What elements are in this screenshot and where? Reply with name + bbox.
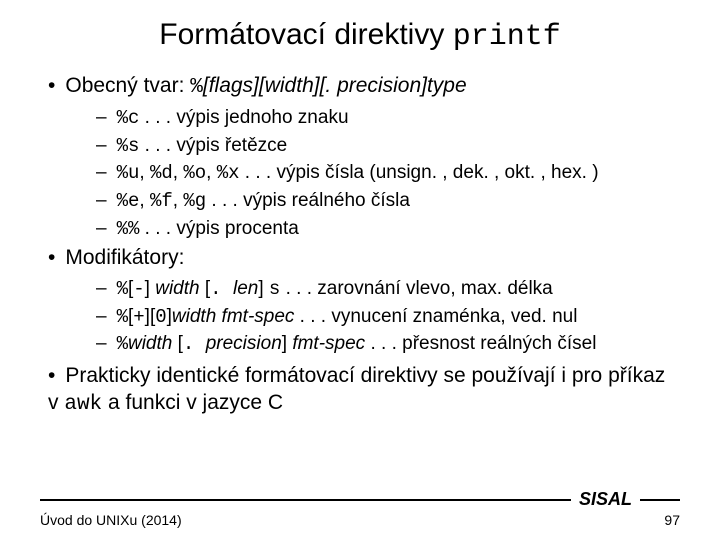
spec-s: –%s . . . výpis řetězce	[96, 133, 680, 160]
format-specifiers-list: –%c . . . výpis jednoho znaku –%s . . . …	[96, 105, 680, 242]
title-code: printf	[453, 20, 561, 54]
bullet-modifiers: •Modifikátory:	[40, 246, 680, 270]
page-number: 97	[664, 512, 680, 528]
slide-title: Formátovací direktivy printf	[40, 18, 680, 54]
bullet-dot: •	[48, 74, 55, 97]
spec-float: –%e, %f, %g . . . výpis reálného čísla	[96, 188, 680, 215]
rule-right	[640, 499, 680, 501]
bullet-general-form: •Obecný tvar: %[flags][width][. precisio…	[40, 74, 680, 99]
rule-left	[40, 499, 571, 501]
footer-course: Úvod do UNIXu (2014)	[40, 512, 182, 528]
mod-sign-zero: –%[+][0]width fmt-spec . . . vynucení zn…	[96, 304, 680, 331]
bullet-awk-c: •Prakticky identické formátovací direkti…	[40, 362, 680, 419]
spec-percent: –%% . . . výpis procenta	[96, 216, 680, 243]
footer-brand: SISAL	[571, 489, 640, 510]
footer-rule: SISAL	[40, 489, 680, 510]
spec-int: –%u, %d, %o, %x . . . výpis čísla (unsig…	[96, 160, 680, 187]
bullet-dot: •	[48, 246, 55, 269]
slide-footer: SISAL Úvod do UNIXu (2014) 97	[40, 489, 680, 528]
mod-precision: –%width [. precision] fmt-spec . . . pře…	[96, 331, 680, 358]
title-text: Formátovací direktivy	[159, 18, 452, 51]
mod-align-left: –%[-] width [. len] s . . . zarovnání vl…	[96, 276, 680, 303]
spec-c: –%c . . . výpis jednoho znaku	[96, 105, 680, 132]
bullet-dot: •	[48, 364, 55, 387]
modifiers-list: –%[-] width [. len] s . . . zarovnání vl…	[96, 276, 680, 358]
